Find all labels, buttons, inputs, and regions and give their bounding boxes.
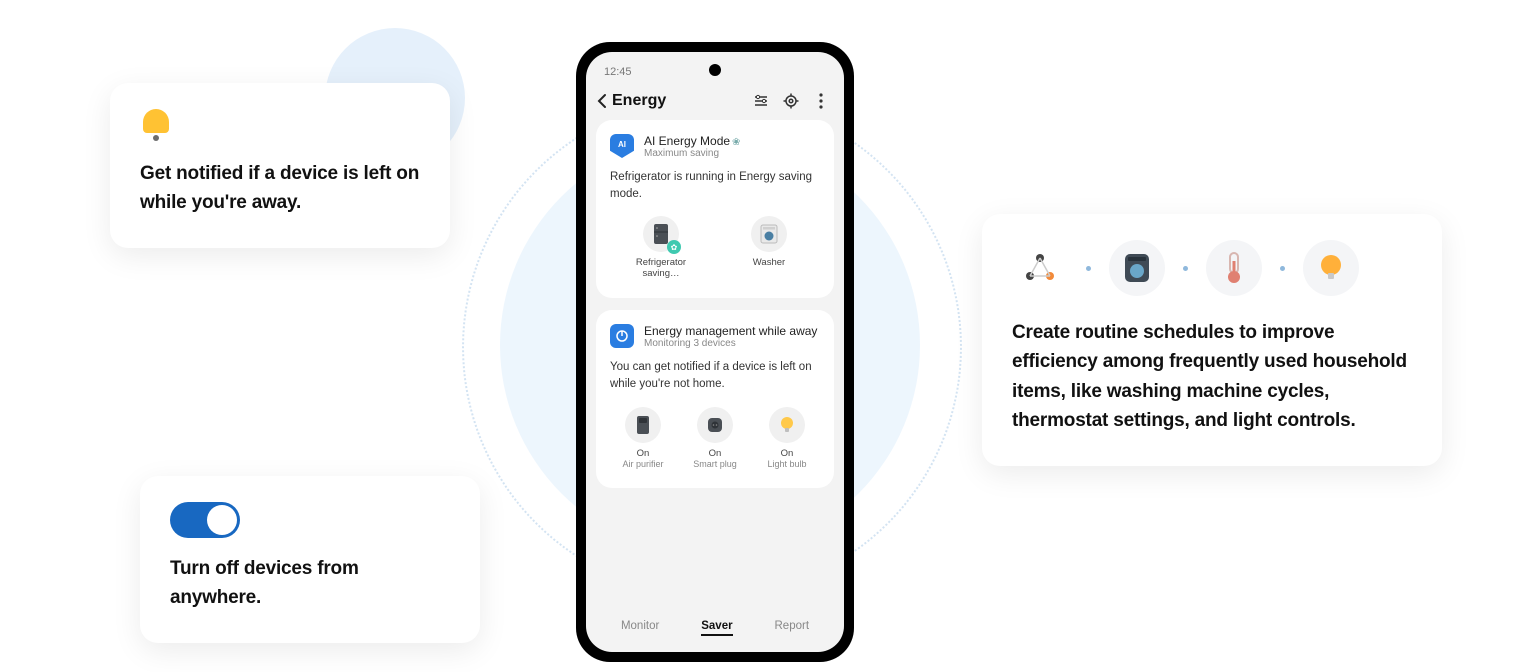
routine-icon xyxy=(1012,240,1068,296)
filter-icon[interactable] xyxy=(752,92,770,110)
device-light-bulb[interactable]: On Light bulb xyxy=(756,407,818,470)
phone-screen: 12:45 Energy xyxy=(586,52,844,652)
washer-icon xyxy=(751,216,787,252)
tab-report[interactable]: Report xyxy=(775,620,810,636)
phone-frame: 12:45 Energy xyxy=(576,42,854,662)
device-refrigerator[interactable]: ✿ Refrigerator saving… xyxy=(630,216,692,280)
camera-dot xyxy=(709,64,721,76)
feature-card-routine: Create routine schedules to improve effi… xyxy=(982,214,1442,466)
tab-monitor[interactable]: Monitor xyxy=(621,620,659,636)
back-button[interactable] xyxy=(596,93,608,109)
eco-badge-icon: ✿ xyxy=(667,240,681,254)
device-washer[interactable]: Washer xyxy=(738,216,800,280)
washer-icon xyxy=(1109,240,1165,296)
device-sublabel: saving… xyxy=(643,269,680,280)
air-purifier-icon xyxy=(625,407,661,443)
feature-card-routine-text: Create routine schedules to improve effi… xyxy=(1012,318,1412,436)
panel-ai-title: AI Energy Mode❀ xyxy=(644,134,740,148)
panel-away-description: You can get notified if a device is left… xyxy=(610,359,820,392)
feature-card-notify: Get notified if a device is left on whil… xyxy=(110,83,450,248)
power-badge-icon xyxy=(610,324,634,348)
bottom-tabs: Monitor Saver Report xyxy=(586,610,844,652)
panel-ai-subtitle: Maximum saving xyxy=(644,148,740,159)
toggle-switch[interactable] xyxy=(170,502,240,538)
status-time: 12:45 xyxy=(604,66,632,78)
feature-card-toggle: Turn off devices from anywhere. xyxy=(140,476,480,643)
page-title: Energy xyxy=(612,92,740,110)
feature-card-toggle-text: Turn off devices from anywhere. xyxy=(170,554,450,613)
smart-plug-icon xyxy=(697,407,733,443)
device-label: Light bulb xyxy=(767,459,806,469)
panel-ai-energy[interactable]: AI AI Energy Mode❀ Maximum saving Refrig… xyxy=(596,120,834,298)
toggle-thumb xyxy=(207,505,237,535)
panel-ai-description: Refrigerator is running in Energy saving… xyxy=(610,169,820,202)
device-status: On xyxy=(637,449,650,460)
refrigerator-icon: ✿ xyxy=(643,216,679,252)
thermostat-icon xyxy=(1206,240,1262,296)
bell-icon xyxy=(140,109,172,141)
dot-separator xyxy=(1280,266,1285,271)
dot-separator xyxy=(1183,266,1188,271)
device-label: Smart plug xyxy=(693,459,737,469)
device-air-purifier[interactable]: On Air purifier xyxy=(612,407,674,470)
lightbulb-icon xyxy=(769,407,805,443)
more-icon[interactable] xyxy=(812,92,830,110)
device-status: On xyxy=(709,449,722,460)
scroll-area[interactable]: AI AI Energy Mode❀ Maximum saving Refrig… xyxy=(586,120,844,610)
panel-away-title: Energy management while away xyxy=(644,324,817,338)
feature-card-notify-text: Get notified if a device is left on whil… xyxy=(140,159,420,218)
ai-badge-icon: AI xyxy=(610,134,634,158)
tab-saver[interactable]: Saver xyxy=(701,620,732,636)
device-smart-plug[interactable]: On Smart plug xyxy=(684,407,746,470)
app-header: Energy xyxy=(586,82,844,120)
device-status: On xyxy=(781,449,794,460)
panel-away[interactable]: Energy management while away Monitoring … xyxy=(596,310,834,488)
leaf-icon: ❀ xyxy=(732,137,740,148)
panel-away-subtitle: Monitoring 3 devices xyxy=(644,338,817,349)
gear-icon[interactable] xyxy=(782,92,800,110)
lightbulb-icon xyxy=(1303,240,1359,296)
device-label: Washer xyxy=(753,258,785,269)
device-label: Air purifier xyxy=(622,459,663,469)
dot-separator xyxy=(1086,266,1091,271)
